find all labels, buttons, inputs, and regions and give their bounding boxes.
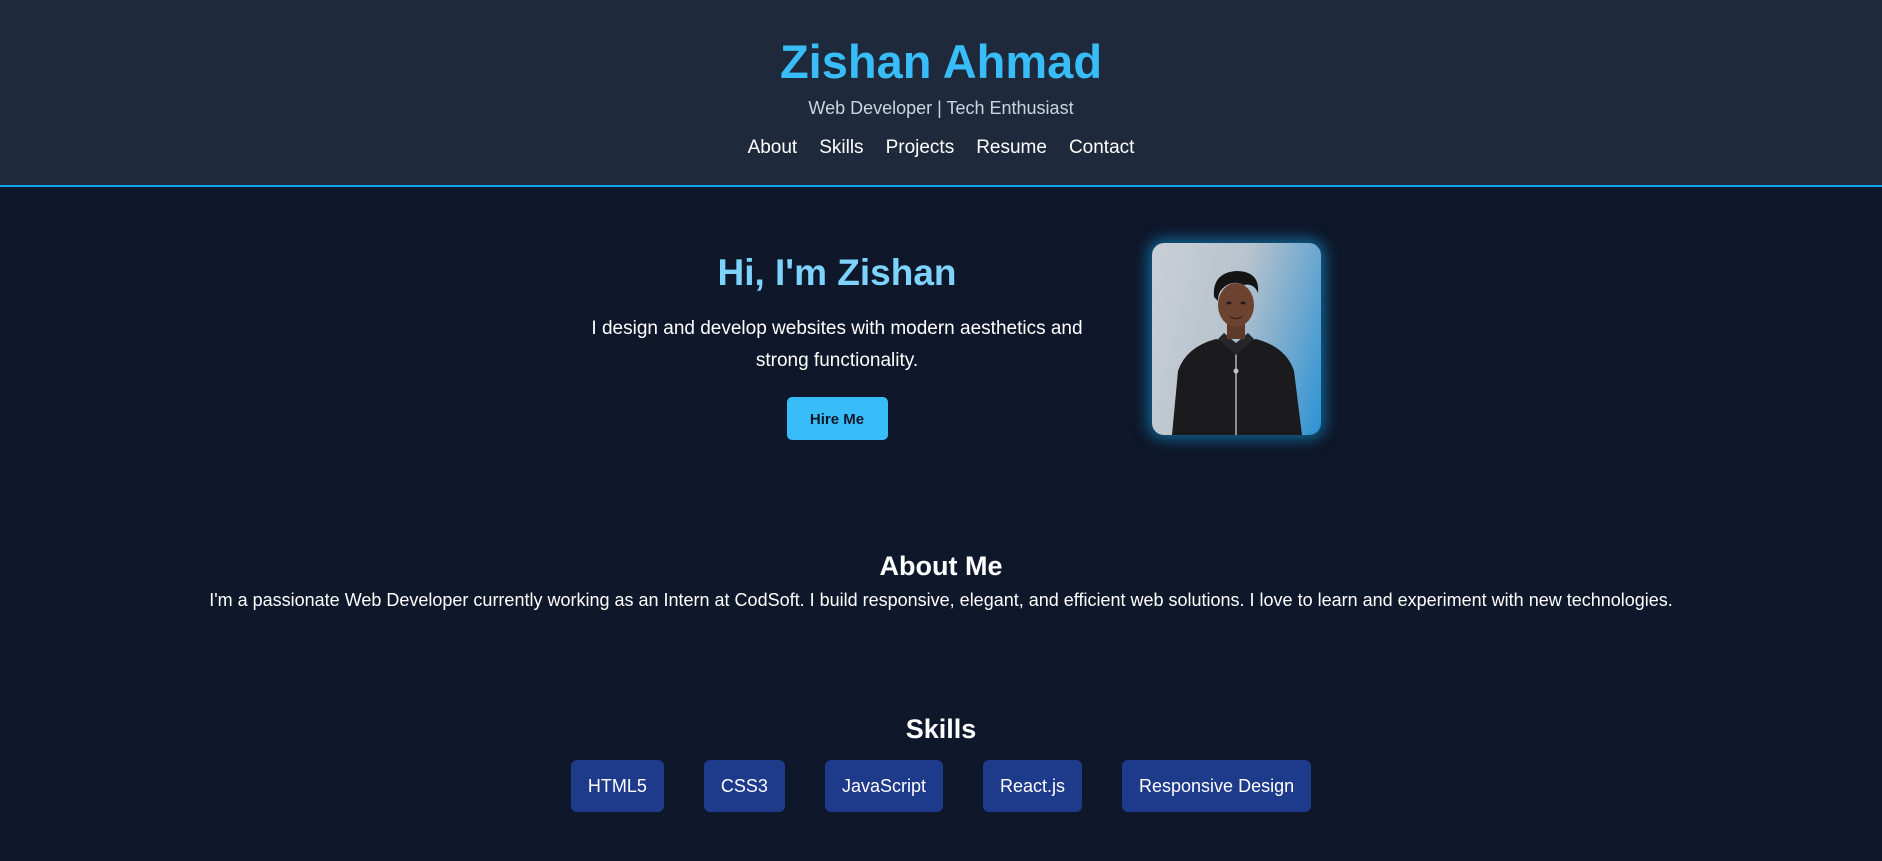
- profile-photo-illustration: [1172, 271, 1302, 435]
- skills-section: Skills HTML5 CSS3 JavaScript React.js Re…: [0, 710, 1882, 812]
- hero-description: I design and develop websites with moder…: [591, 318, 1083, 371]
- hero-text: Hi, I'm Zishan I design and develop webs…: [567, 251, 1107, 440]
- hero-section: Hi, I'm Zishan I design and develop webs…: [0, 187, 1882, 507]
- profile-photo: [1152, 243, 1321, 435]
- skill-tag-responsive-design: Responsive Design: [1122, 760, 1312, 812]
- main-nav: About Skills Projects Resume Contact: [0, 136, 1882, 160]
- hire-me-button[interactable]: Hire Me: [786, 397, 888, 440]
- about-text: I'm a passionate Web Developer currently…: [209, 590, 1673, 610]
- about-heading: About Me: [879, 551, 1003, 581]
- skills-heading: Skills: [905, 714, 977, 744]
- skill-tag-html5: HTML5: [570, 760, 664, 812]
- nav-link-contact[interactable]: Contact: [1069, 136, 1134, 160]
- skill-tag-reactjs: React.js: [982, 760, 1083, 812]
- skill-tag-css3: CSS3: [703, 760, 785, 812]
- site-tagline: Web Developer | Tech Enthusiast: [808, 98, 1074, 118]
- site-header: Zishan Ahmad Web Developer | Tech Enthus…: [0, 0, 1882, 187]
- about-section: About Me I'm a passionate Web Developer …: [0, 547, 1882, 611]
- site-title: Zishan Ahmad: [779, 35, 1103, 88]
- nav-link-about[interactable]: About: [748, 136, 798, 160]
- skill-list: HTML5 CSS3 JavaScript React.js Responsiv…: [0, 760, 1882, 812]
- nav-link-skills[interactable]: Skills: [819, 136, 863, 160]
- skill-tag-javascript: JavaScript: [824, 760, 943, 812]
- nav-link-projects[interactable]: Projects: [886, 136, 955, 160]
- hero-title: Hi, I'm Zishan: [717, 252, 957, 293]
- nav-link-resume[interactable]: Resume: [976, 136, 1047, 160]
